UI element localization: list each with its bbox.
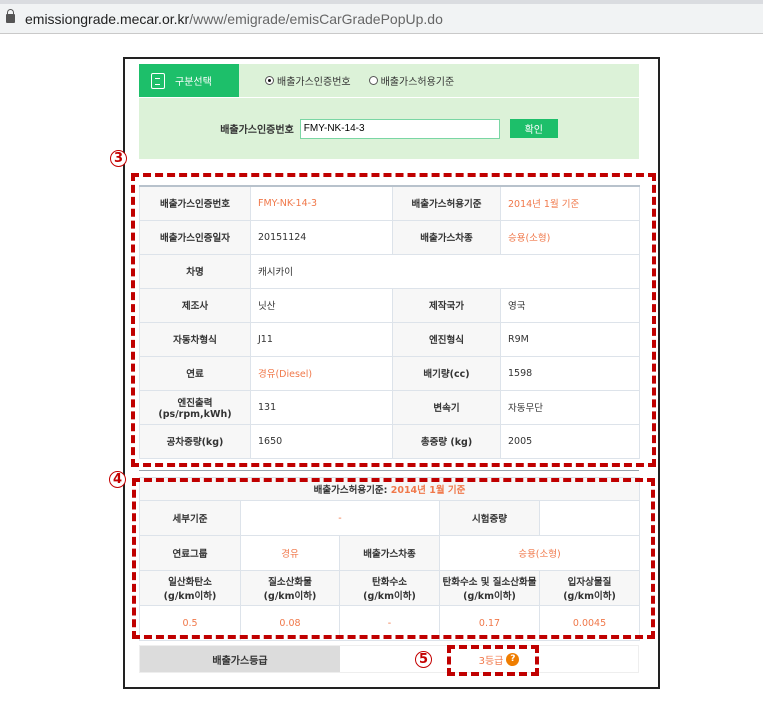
field-value: 닛산 bbox=[250, 287, 393, 323]
radio-standard[interactable]: 배출가스허용기준 bbox=[368, 73, 455, 88]
field-label: 공차중량(kg) bbox=[139, 423, 251, 459]
field-value: 자동무단 bbox=[500, 389, 640, 425]
field-label: 변속기 bbox=[392, 389, 501, 425]
category-select-tab: 구분선택 bbox=[139, 64, 239, 97]
lock-icon bbox=[6, 9, 15, 23]
field-value: 1598 bbox=[500, 355, 640, 391]
field-label: 총중량 (kg) bbox=[392, 423, 501, 459]
table-row: 연료 경유(Diesel) 배기량(cc) 1598 bbox=[139, 355, 640, 391]
field-label: 배출가스인증일자 bbox=[139, 219, 251, 255]
field-value: 영국 bbox=[500, 287, 640, 323]
confirm-button[interactable]: 확인 bbox=[509, 119, 558, 138]
annotation-5: 5 bbox=[415, 651, 432, 668]
field-value: 승용(소형) bbox=[500, 219, 640, 255]
url-path: /www/emigrade/emisCarGradePopUp.do bbox=[189, 10, 443, 27]
field-label: 배기량(cc) bbox=[392, 355, 501, 391]
address-bar[interactable]: emissiongrade.mecar.or.kr/www/emigrade/e… bbox=[0, 0, 763, 34]
tab-label: 구분선택 bbox=[175, 77, 212, 88]
field-value: FMY-NK-14-3 bbox=[250, 185, 393, 221]
highlight-box-4 bbox=[132, 478, 655, 639]
table-row: 차명 캐시카이 bbox=[139, 253, 640, 289]
field-value: 2014년 1월 기준 bbox=[500, 185, 640, 221]
field-value: 20151124 bbox=[250, 219, 393, 255]
field-label: 엔진출력(ps/rpm,kWh) bbox=[139, 389, 251, 425]
field-value: 2005 bbox=[500, 423, 640, 459]
table-row: 배출가스인증번호 FMY-NK-14-3 배출가스허용기준 2014년 1월 기준 bbox=[139, 185, 640, 221]
annotation-3: 3 bbox=[110, 150, 127, 167]
field-value: 131 bbox=[250, 389, 393, 425]
highlight-box-5 bbox=[447, 645, 539, 676]
field-value: J11 bbox=[250, 321, 393, 357]
field-label: 엔진형식 bbox=[392, 321, 501, 357]
table-row: 제조사 닛산 제작국가 영국 bbox=[139, 287, 640, 323]
search-row: 배출가스인증번호 확인 bbox=[139, 98, 639, 159]
table-row: 엔진출력(ps/rpm,kWh) 131 변속기 자동무단 bbox=[139, 389, 640, 425]
field-label: 차명 bbox=[139, 253, 251, 289]
field-label: 배출가스차종 bbox=[392, 219, 501, 255]
field-label: 제작국가 bbox=[392, 287, 501, 323]
field-value: 캐시카이 bbox=[250, 253, 640, 289]
field-value: R9M bbox=[500, 321, 640, 357]
field-label: 연료 bbox=[139, 355, 251, 391]
table-row: 배출가스인증일자 20151124 배출가스차종 승용(소형) bbox=[139, 219, 640, 255]
cert-number-input[interactable] bbox=[299, 118, 500, 139]
radio-button[interactable] bbox=[368, 76, 378, 85]
table-row: 자동차형식 J11 엔진형식 R9M bbox=[139, 321, 640, 357]
field-label: 자동차형식 bbox=[139, 321, 251, 357]
radio-label: 배출가스허용기준 bbox=[380, 77, 455, 88]
radio-label: 배출가스인증번호 bbox=[277, 77, 351, 88]
annotation-4: 4 bbox=[109, 471, 126, 488]
search-type-radios: 배출가스인증번호 배출가스허용기준 bbox=[239, 64, 639, 97]
field-value: 경유(Diesel) bbox=[250, 355, 393, 391]
grade-row: 배출가스등급 3등급 ? bbox=[139, 645, 639, 673]
grade-label: 배출가스등급 bbox=[140, 646, 340, 672]
divider bbox=[139, 470, 639, 471]
document-icon bbox=[151, 72, 165, 89]
field-value: 1650 bbox=[250, 423, 393, 459]
table-row: 공차중량(kg) 1650 총중량 (kg) 2005 bbox=[139, 423, 640, 459]
field-label: 배출가스허용기준 bbox=[392, 185, 501, 221]
radio-button[interactable] bbox=[265, 76, 274, 85]
field-label: 제조사 bbox=[139, 287, 251, 323]
vehicle-info-table: 배출가스인증번호 FMY-NK-14-3 배출가스허용기준 2014년 1월 기준 배출… bbox=[139, 185, 640, 459]
radio-cert-number[interactable]: 배출가스인증번호 bbox=[265, 73, 351, 88]
search-field-label: 배출가스인증번호 bbox=[220, 125, 294, 136]
field-label: 배출가스인증번호 bbox=[139, 185, 251, 221]
url-host: emissiongrade.mecar.or.kr bbox=[25, 10, 190, 27]
